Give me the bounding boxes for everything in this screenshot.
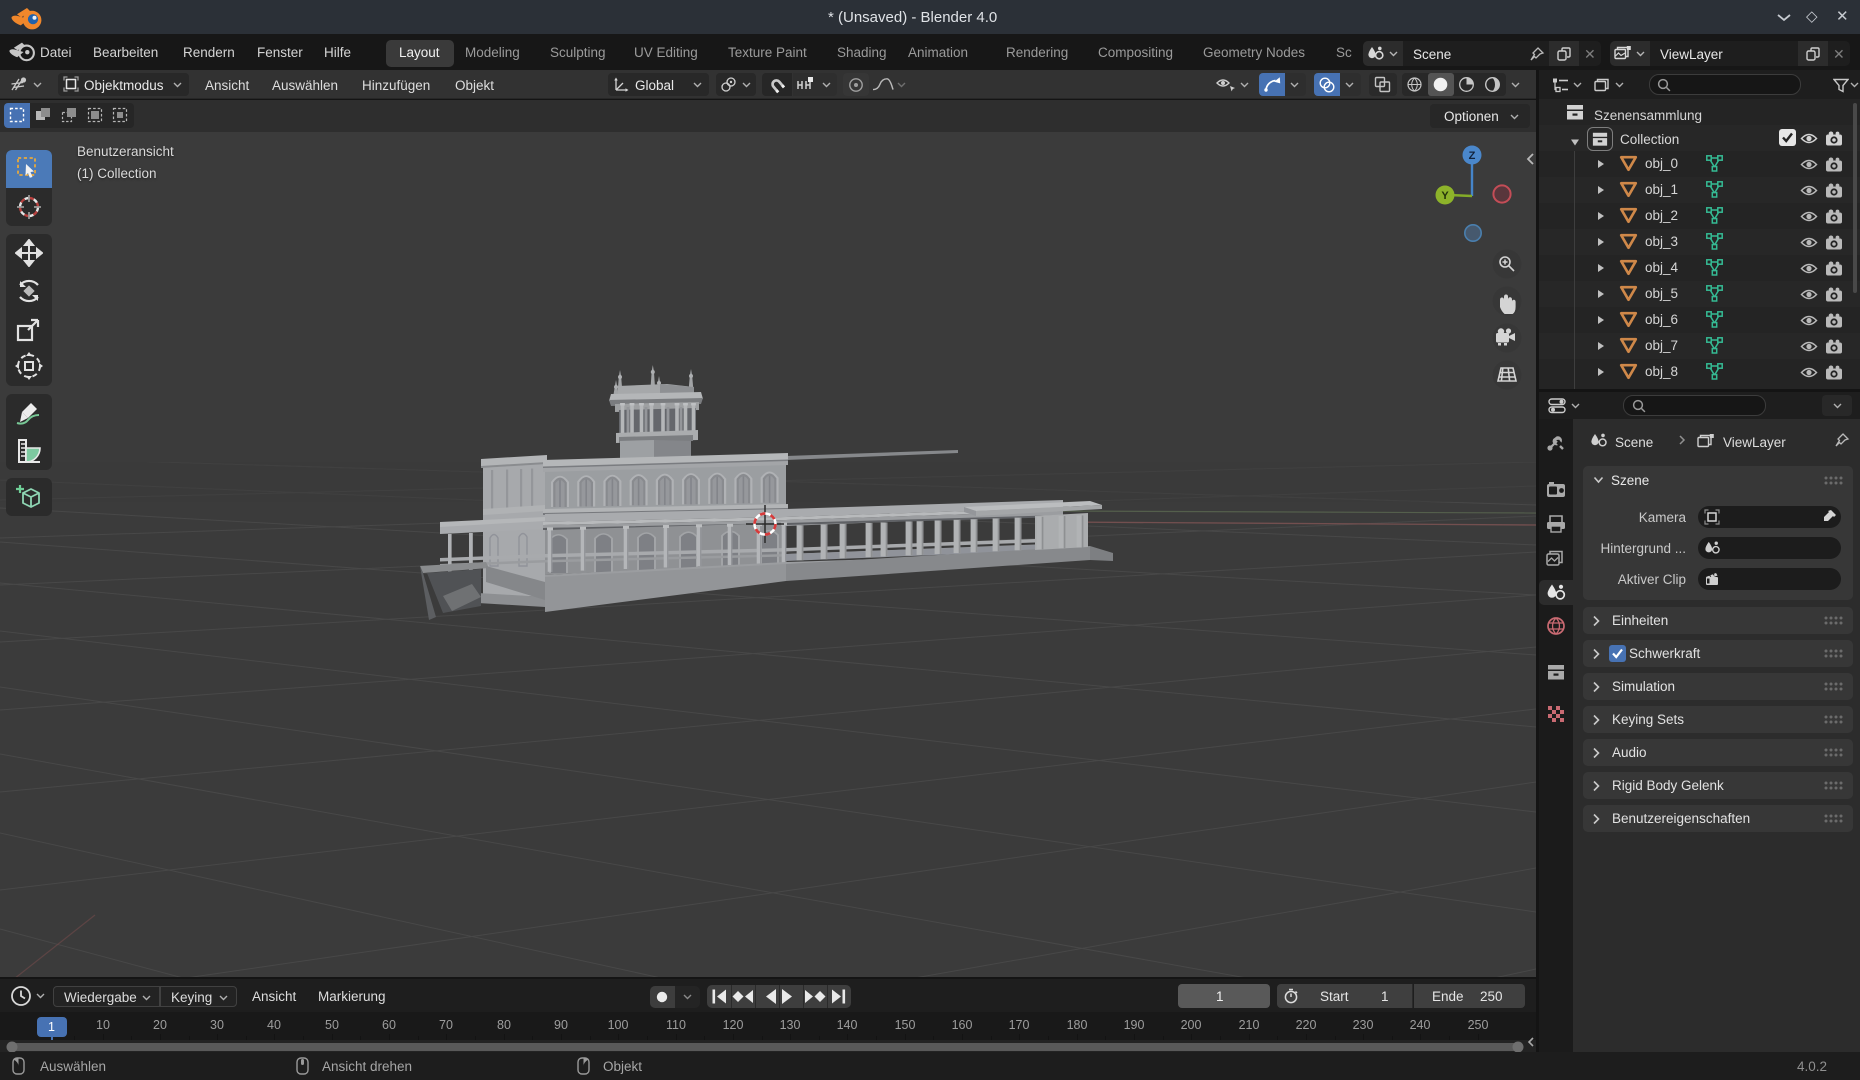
svg-text:Z: Z bbox=[1469, 150, 1476, 162]
svg-text:Y: Y bbox=[1441, 190, 1449, 202]
